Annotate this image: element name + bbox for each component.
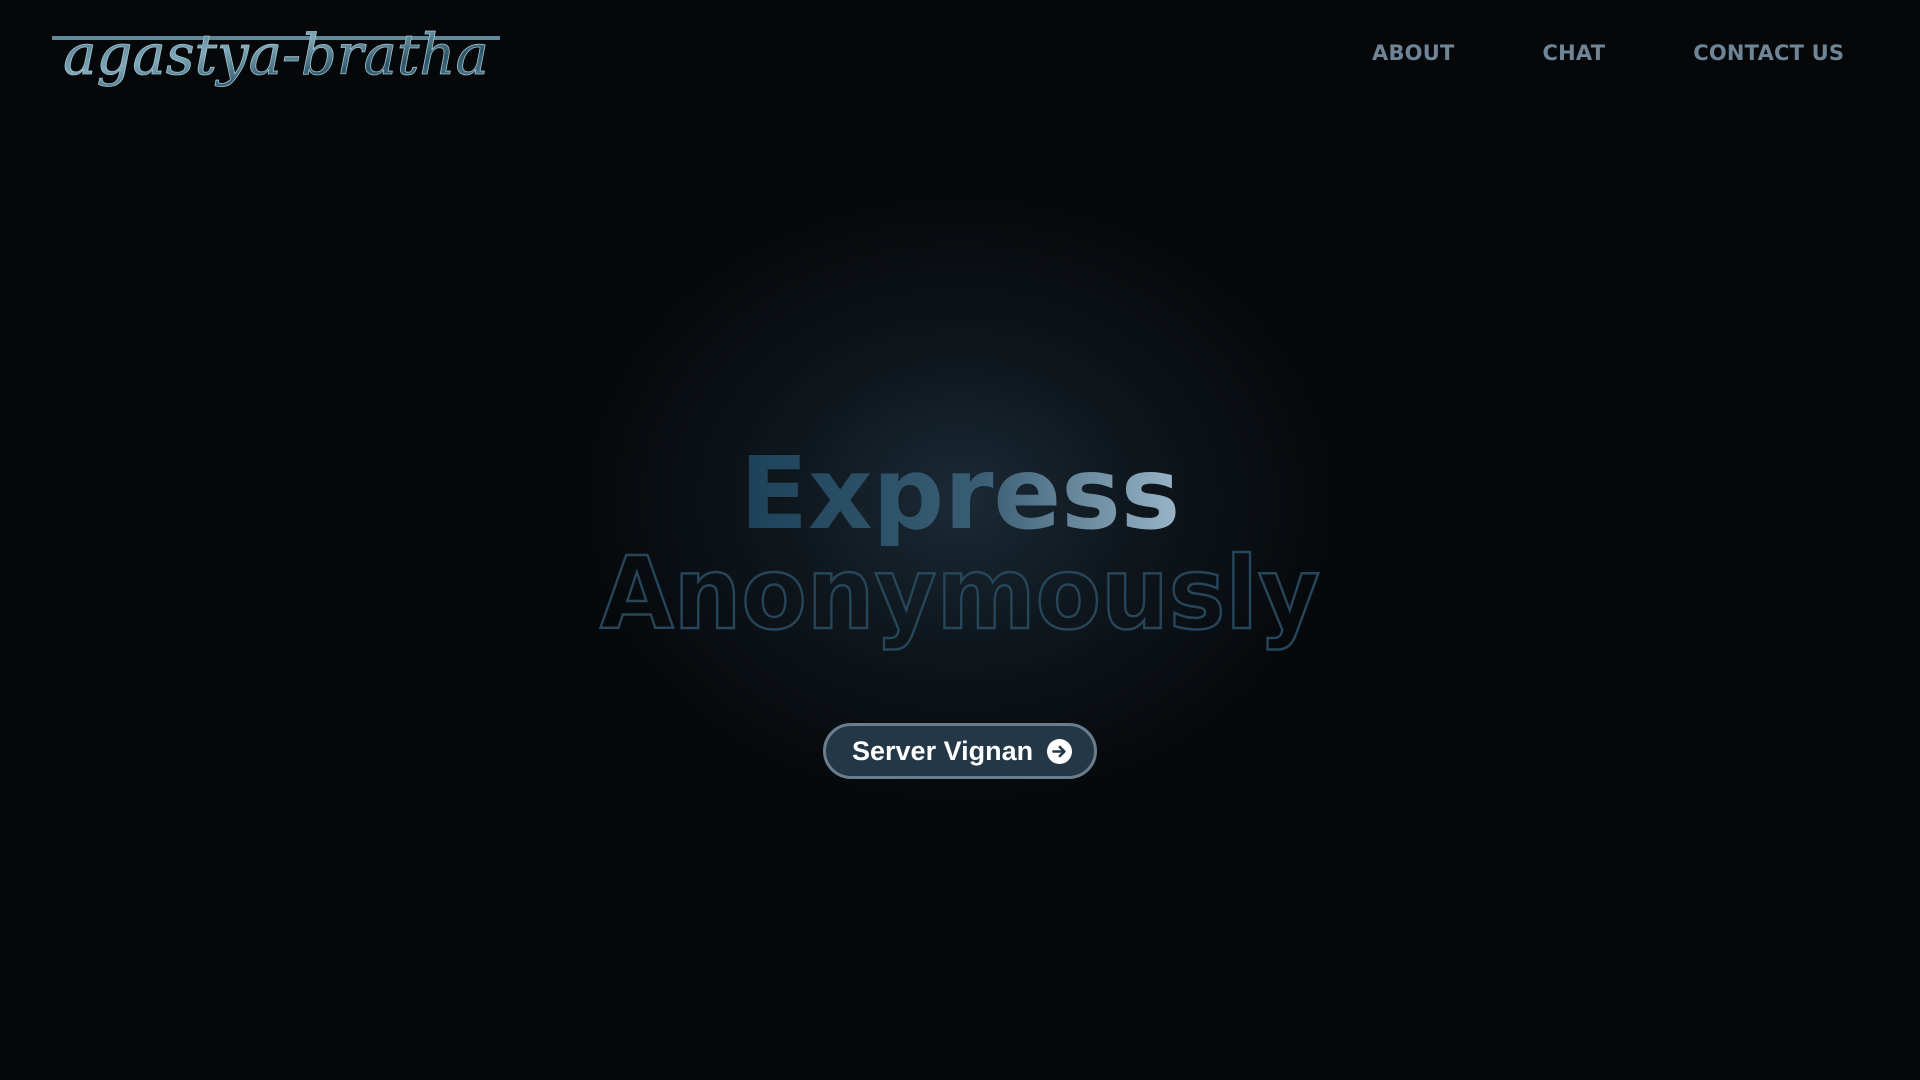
arrow-right-circle-icon: [1047, 738, 1073, 764]
hero-line1: Express: [740, 436, 1181, 546]
logo-text: agastya-bratha: [63, 23, 489, 88]
hero-line1-graphic: Express: [740, 436, 1181, 546]
nav-about-link[interactable]: ABOUT: [1372, 41, 1455, 65]
hero-heading: Express: [0, 436, 1920, 546]
hero-line2-graphic: Anonymously: [599, 534, 1322, 653]
hero-line2: Anonymously: [600, 535, 1320, 652]
server-vignan-label: Server Vignan: [852, 735, 1034, 766]
top-nav: ABOUT CHAT CONTACT US: [1372, 38, 1844, 68]
nav-contact-link[interactable]: CONTACT US: [1693, 41, 1844, 65]
site-logo[interactable]: agastya-bratha: [50, 8, 502, 98]
nav-chat-link[interactable]: CHAT: [1543, 41, 1606, 65]
hero-subheading: Anonymously: [0, 534, 1920, 654]
server-vignan-button[interactable]: Server Vignan: [823, 723, 1097, 779]
logo-wordmark: agastya-bratha: [52, 23, 500, 88]
landing-page: agastya-bratha ABOUT CHAT CONTACT US Exp…: [0, 0, 1920, 1080]
